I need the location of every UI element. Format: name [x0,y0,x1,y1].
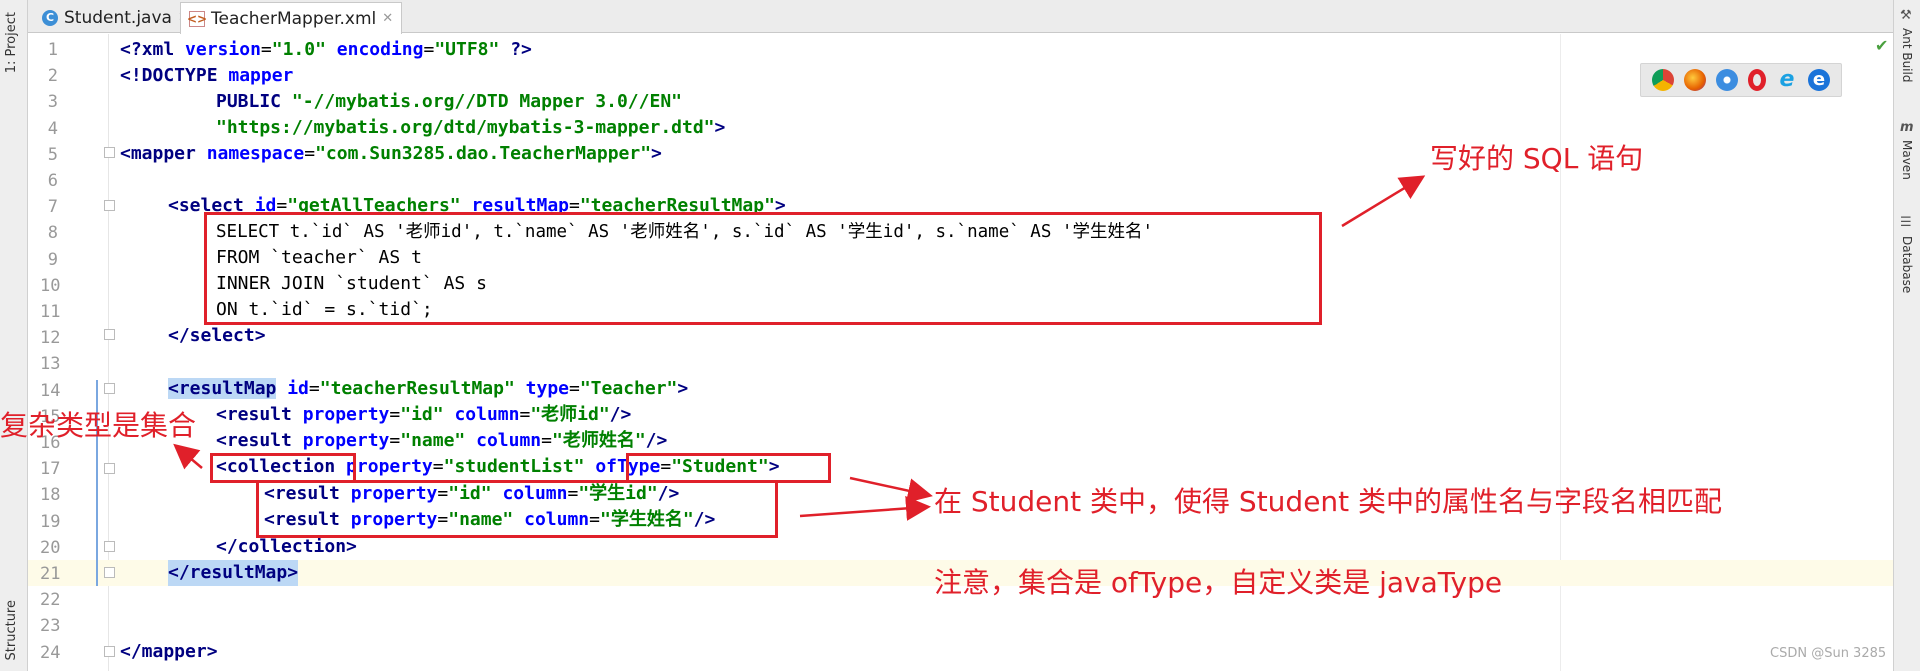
annotation-student-mapping: 在 Student 类中，使得 Student 类中的属性名与字段名相匹配 [934,485,1723,518]
complex-arrow [173,443,203,470]
student-arrow-2 [799,495,931,521]
annotation-complex-type: 复杂类型是集合 [0,409,197,442]
annotation-note: 注意，集合是 ofType，自定义类是 javaType [934,566,1503,599]
annotation-sql: 写好的 SQL 语句 [1430,142,1644,175]
student-arrow-1 [849,476,933,503]
sql-arrow [1341,175,1426,228]
watermark: CSDN @Sun 3285 [1770,646,1887,661]
